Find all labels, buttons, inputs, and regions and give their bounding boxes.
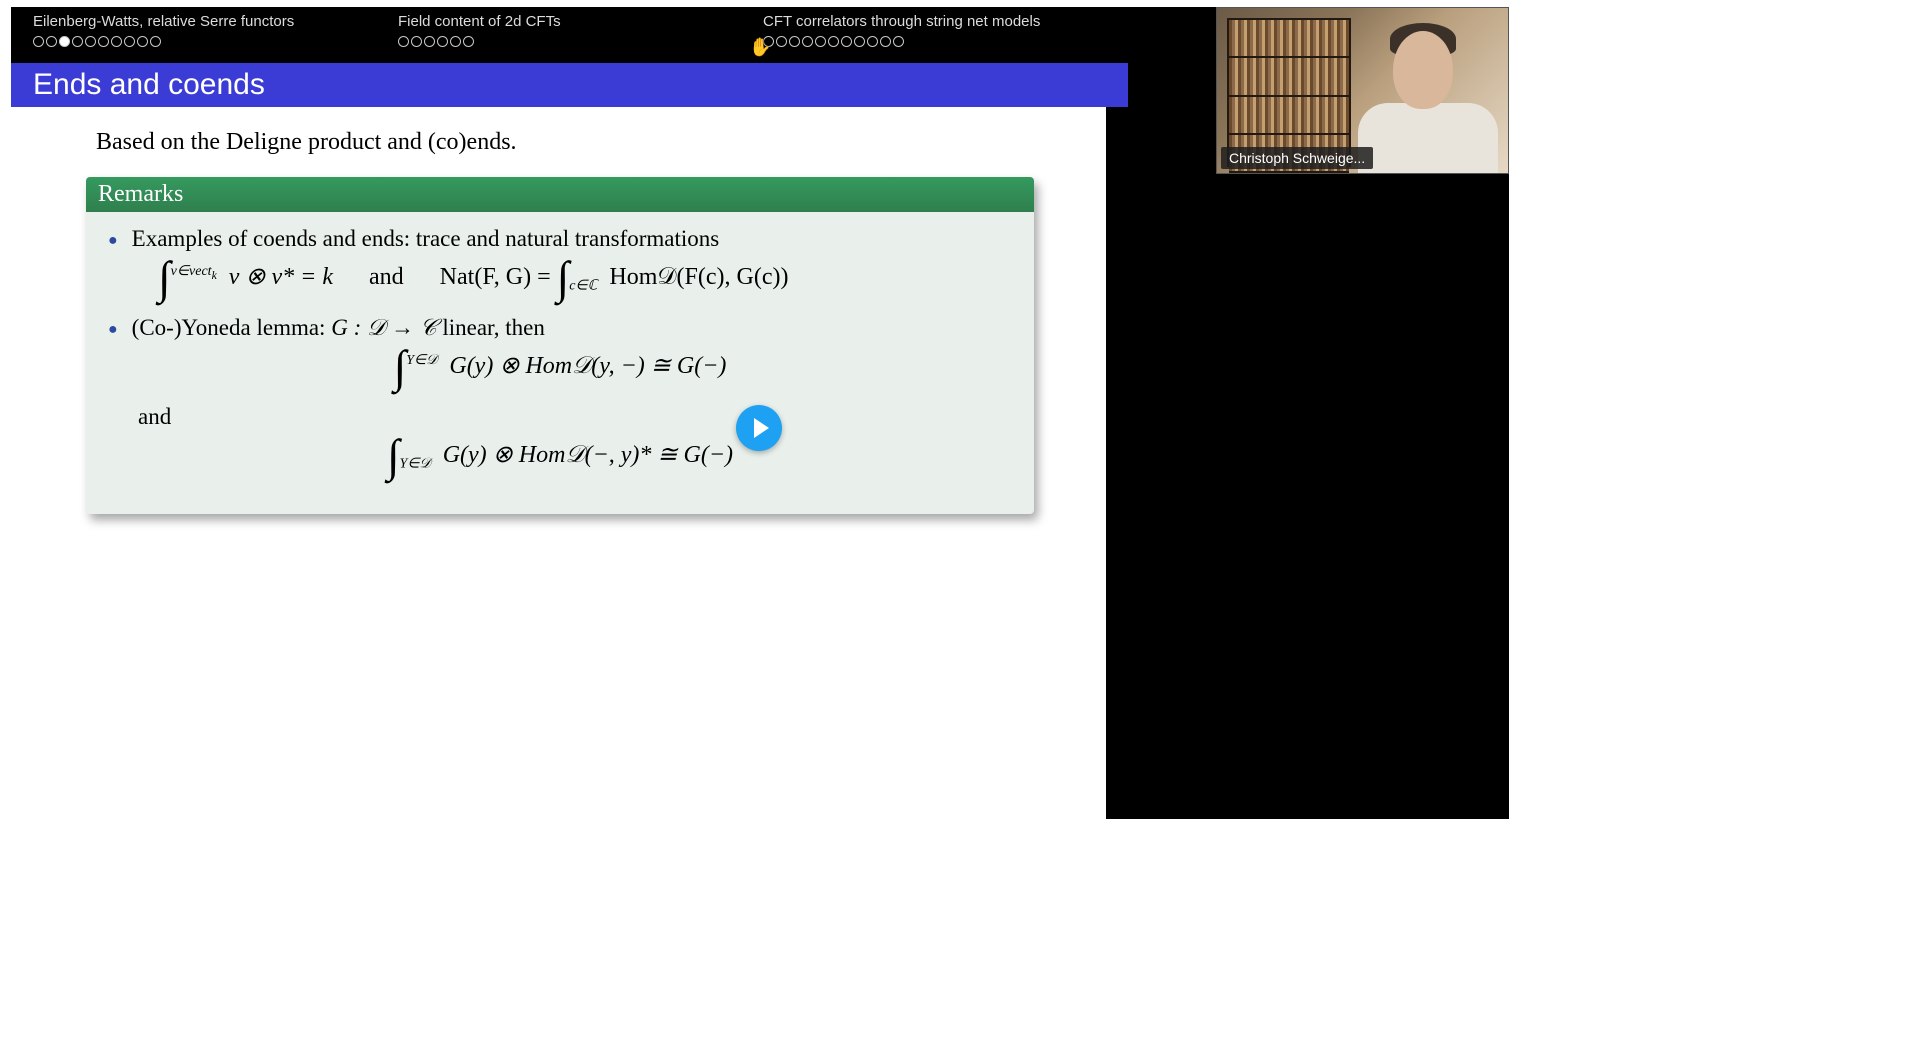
nav-dot[interactable] bbox=[411, 36, 422, 47]
eq1-left-body: v ⊗ v* = k bbox=[229, 264, 333, 290]
eq2-body: G(y) ⊗ Hom𝒟(y, −) ≅ G(−) bbox=[449, 353, 726, 379]
equation-3: ∫Y∈𝒟 G(y) ⊗ Hom𝒟(−, y)* ≅ G(−) bbox=[108, 438, 1012, 475]
nav-dot[interactable] bbox=[802, 36, 813, 47]
nav-dot[interactable] bbox=[46, 36, 57, 47]
bullet-2-pre: (Co-)Yoneda lemma: bbox=[132, 315, 332, 340]
nav-section-2[interactable]: Field content of 2d CFTs bbox=[376, 7, 741, 63]
nav-dot[interactable] bbox=[437, 36, 448, 47]
bookshelf bbox=[1227, 18, 1351, 167]
nav-dot[interactable] bbox=[854, 36, 865, 47]
nav-dot[interactable] bbox=[137, 36, 148, 47]
remarks-block: Remarks ● Examples of coends and ends: t… bbox=[86, 177, 1034, 514]
bullet-icon: ● bbox=[108, 232, 118, 252]
bullet-2-math: G : 𝒟 → 𝒞 bbox=[331, 315, 436, 340]
eq1-right-bound: c∈ℂ bbox=[569, 279, 597, 294]
eq1-left-bound-sub: k bbox=[212, 269, 217, 282]
nav-dot[interactable] bbox=[85, 36, 96, 47]
nav-dots-1 bbox=[33, 36, 354, 47]
bullet-icon: ● bbox=[108, 321, 118, 341]
block-body: ● Examples of coends and ends: trace and… bbox=[86, 212, 1034, 514]
and-text: and bbox=[138, 404, 1012, 430]
video-stage: Eilenberg-Watts, relative Serre functors… bbox=[11, 7, 1509, 819]
bullet-2: ● (Co-)Yoneda lemma: G : 𝒟 → 𝒞 linear, t… bbox=[108, 315, 1012, 341]
bullet-1: ● Examples of coends and ends: trace and… bbox=[108, 226, 1012, 252]
nav-dot[interactable] bbox=[424, 36, 435, 47]
nav-dot[interactable] bbox=[463, 36, 474, 47]
nav-dot[interactable] bbox=[789, 36, 800, 47]
block-header: Remarks bbox=[86, 177, 1034, 212]
nav-title-1: Eilenberg-Watts, relative Serre functors bbox=[33, 13, 354, 30]
webcam-thumbnail[interactable]: Christoph Schweige... bbox=[1216, 7, 1509, 174]
nav-dots-2 bbox=[398, 36, 719, 47]
nav-dot[interactable] bbox=[841, 36, 852, 47]
nav-dot[interactable] bbox=[111, 36, 122, 47]
eq1-left-bound: v∈vect bbox=[171, 264, 212, 279]
slide-intro: Based on the Deligne product and (co)end… bbox=[11, 107, 1106, 156]
nav-dot[interactable] bbox=[776, 36, 787, 47]
nav-dot[interactable] bbox=[124, 36, 135, 47]
nav-dot[interactable] bbox=[450, 36, 461, 47]
nav-title-3: CFT correlators through string net model… bbox=[763, 13, 1084, 30]
nav-dot[interactable] bbox=[72, 36, 83, 47]
nav-dots-3 bbox=[763, 36, 1084, 47]
play-button[interactable] bbox=[736, 405, 782, 451]
nav-dot[interactable] bbox=[98, 36, 109, 47]
nav-dot[interactable] bbox=[893, 36, 904, 47]
nav-title-2: Field content of 2d CFTs bbox=[398, 13, 719, 30]
eq1-right-lhs: Nat(F, G) = bbox=[440, 264, 557, 290]
nav-section-3[interactable]: CFT correlators through string net model… bbox=[741, 7, 1106, 63]
bullet-2-post: linear, then bbox=[437, 315, 545, 340]
nav-dot[interactable] bbox=[867, 36, 878, 47]
speaker-name: Christoph Schweige... bbox=[1221, 147, 1373, 169]
eq1-right-body: Hom𝒟(F(c), G(c)) bbox=[609, 264, 788, 290]
nav-section-1[interactable]: Eilenberg-Watts, relative Serre functors bbox=[11, 7, 376, 63]
play-icon bbox=[754, 418, 769, 438]
bullet-1-text: Examples of coends and ends: trace and n… bbox=[132, 226, 720, 252]
nav-dot[interactable] bbox=[815, 36, 826, 47]
hand-cursor-icon: ✋ bbox=[749, 37, 771, 58]
equation-2: ∫Y∈𝒟 G(y) ⊗ Hom𝒟(y, −) ≅ G(−) bbox=[108, 349, 1012, 386]
nav-dot[interactable] bbox=[398, 36, 409, 47]
eq3-body: G(y) ⊗ Hom𝒟(−, y)* ≅ G(−) bbox=[443, 442, 733, 468]
nav-dot[interactable] bbox=[150, 36, 161, 47]
slide-title: Ends and coends bbox=[33, 68, 265, 102]
eq3-bound: Y∈𝒟 bbox=[400, 456, 431, 471]
slide-body: Based on the Deligne product and (co)end… bbox=[11, 107, 1106, 819]
nav-dot[interactable] bbox=[880, 36, 891, 47]
nav-dot[interactable] bbox=[59, 36, 70, 47]
presentation-slide: Eilenberg-Watts, relative Serre functors… bbox=[11, 7, 1106, 819]
nav-dot[interactable] bbox=[828, 36, 839, 47]
eq1-and: and bbox=[369, 264, 404, 290]
slide-title-bar: Ends and coends bbox=[11, 63, 1128, 107]
equation-1: ∫v∈vectk v ⊗ v* = k and Nat(F, G) = ∫c∈ℂ… bbox=[158, 260, 1012, 297]
nav-dot[interactable] bbox=[33, 36, 44, 47]
slide-nav: Eilenberg-Watts, relative Serre functors… bbox=[11, 7, 1106, 63]
eq2-bound: Y∈𝒟 bbox=[406, 353, 437, 368]
